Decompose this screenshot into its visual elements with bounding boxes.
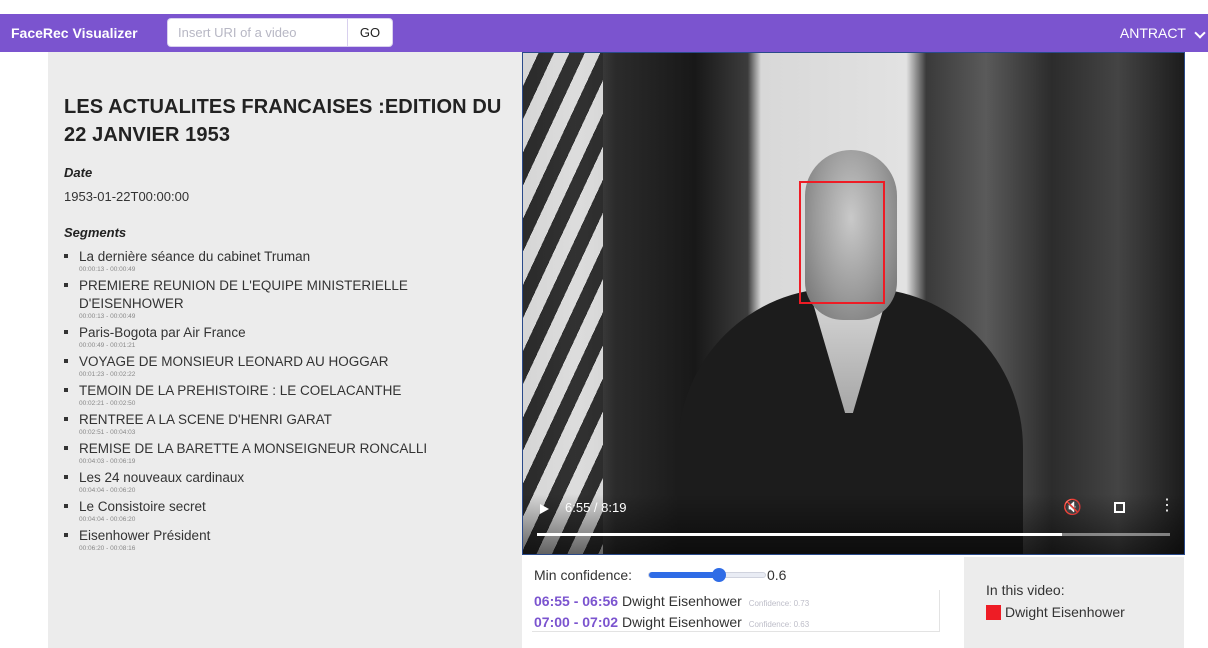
chevron-down-icon[interactable] [1194, 27, 1206, 39]
segment-item[interactable]: Eisenhower Président 00:06:20 - 00:08:16 [64, 527, 514, 553]
segment-time: 00:04:04 - 00:06:20 [79, 487, 136, 494]
detection-item[interactable]: 06:55 - 06:56 Dwight Eisenhower Confiden… [534, 593, 809, 609]
segment-time: 00:04:03 - 00:06:19 [79, 458, 136, 465]
confidence-slider-fill [649, 572, 719, 578]
video-metadata-panel: LES ACTUALITES FRANCAISES :EDITION DU 22… [48, 52, 522, 648]
segment-time: 00:02:21 - 00:02:50 [79, 400, 136, 407]
segment-time: 00:02:51 - 00:04:03 [79, 429, 136, 436]
segment-item[interactable]: REMISE DE LA BARETTE A MONSEIGNEUR RONCA… [64, 440, 514, 466]
segment-title: La dernière séance du cabinet Truman [79, 249, 311, 264]
video-time-display: 6:55 / 8:19 [565, 500, 627, 515]
segment-list: La dernière séance du cabinet Truman 00:0… [64, 248, 514, 556]
date-value: 1953-01-22T00:00:00 [64, 189, 190, 204]
play-icon[interactable] [540, 504, 549, 514]
dataset-dropdown[interactable]: ANTRACT [1120, 25, 1186, 41]
detection-time-range[interactable]: 07:00 - 07:02 [534, 614, 618, 630]
person-color-swatch [986, 605, 1001, 620]
in-this-video-label: In this video: [986, 582, 1065, 598]
detection-item[interactable]: 07:00 - 07:02 Dwight Eisenhower Confiden… [534, 614, 809, 630]
more-options-icon[interactable]: ⋮ [1159, 498, 1175, 514]
detection-person: Dwight Eisenhower [621, 614, 742, 630]
segment-item[interactable]: Paris-Bogota par Air France 00:00:49 - 00… [64, 324, 514, 350]
segment-title: Le Consistoire secret [79, 499, 206, 514]
person-name[interactable]: Dwight Eisenhower [1005, 604, 1125, 620]
video-frame-flag [523, 53, 603, 554]
video-progress-bar[interactable] [537, 533, 1170, 536]
segment-title: PREMIERE REUNION DE L'EQUIPE MINISTERIEL… [79, 278, 408, 311]
detection-confidence: Confidence: 0.63 [748, 620, 810, 629]
top-navbar: FaceRec Visualizer GO ANTRACT [0, 14, 1208, 52]
app-brand[interactable]: FaceRec Visualizer [11, 25, 138, 41]
segment-time: 00:01:23 - 00:02:22 [79, 371, 136, 378]
in-this-video-panel: In this video: Dwight Eisenhower [964, 557, 1184, 648]
segment-title: Les 24 nouveaux cardinaux [79, 470, 245, 485]
segment-time: 00:00:13 - 00:00:49 [79, 313, 136, 320]
segment-title: RENTREE A LA SCENE D'HENRI GARAT [79, 412, 332, 427]
fullscreen-icon[interactable] [1114, 502, 1125, 513]
confidence-slider[interactable] [648, 568, 766, 582]
segment-time: 00:00:49 - 00:01:21 [79, 342, 136, 349]
mute-icon[interactable]: 🔇 [1063, 498, 1082, 516]
segment-time: 00:04:04 - 00:06:20 [79, 516, 136, 523]
segment-item[interactable]: PREMIERE REUNION DE L'EQUIPE MINISTERIEL… [64, 277, 444, 321]
go-button[interactable]: GO [347, 18, 393, 47]
segment-item[interactable]: RENTREE A LA SCENE D'HENRI GARAT 00:02:51… [64, 411, 514, 437]
segment-time: 00:06:20 - 00:08:16 [79, 545, 136, 552]
segment-item[interactable]: La dernière séance du cabinet Truman 00:0… [64, 248, 514, 274]
segment-time: 00:00:13 - 00:00:49 [79, 266, 136, 273]
date-label: Date [64, 165, 93, 180]
segment-item[interactable]: VOYAGE DE MONSIEUR LEONARD AU HOGGAR 00:0… [64, 353, 514, 379]
segment-item[interactable]: TEMOIN DE LA PREHISTOIRE : LE COELACANTH… [64, 382, 514, 408]
detection-time-range[interactable]: 06:55 - 06:56 [534, 593, 618, 609]
segment-title: VOYAGE DE MONSIEUR LEONARD AU HOGGAR [79, 354, 389, 369]
min-confidence-label: Min confidence: [534, 567, 633, 583]
video-title: LES ACTUALITES FRANCAISES :EDITION DU 22… [64, 96, 502, 146]
face-bounding-box[interactable] [799, 181, 885, 304]
min-confidence-value: 0.6 [767, 567, 787, 583]
detection-confidence: Confidence: 0.73 [748, 599, 810, 608]
detection-person: Dwight Eisenhower [621, 593, 742, 609]
confidence-slider-handle[interactable] [711, 568, 726, 582]
segment-title: TEMOIN DE LA PREHISTOIRE : LE COELACANTH… [79, 383, 402, 398]
video-uri-input[interactable] [167, 18, 347, 47]
segment-title: Eisenhower Président [79, 528, 211, 543]
segment-title: Paris-Bogota par Air France [79, 325, 246, 340]
video-player[interactable]: 6:55 / 8:19 🔇 ⋮ [522, 52, 1185, 555]
segment-title: REMISE DE LA BARETTE A MONSEIGNEUR RONCA… [79, 441, 428, 456]
segment-item[interactable]: Le Consistoire secret 00:04:04 - 00:06:20 [64, 498, 514, 524]
video-progress-fill [537, 533, 1063, 536]
segments-label: Segments [64, 225, 127, 240]
segment-item[interactable]: Les 24 nouveaux cardinaux 00:04:04 - 00:0… [64, 469, 514, 495]
